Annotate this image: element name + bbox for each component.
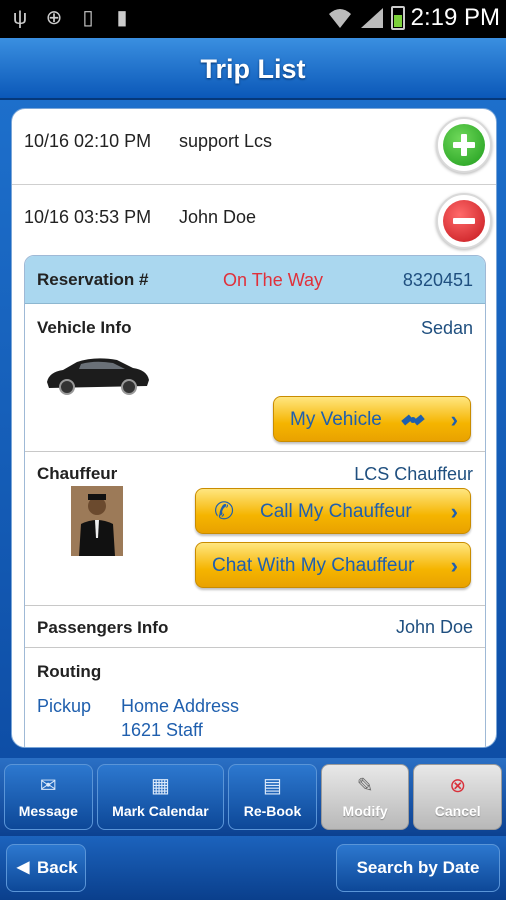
chauffeur-photo — [71, 486, 123, 556]
passengers-section: Passengers Info John Doe — [25, 606, 485, 648]
call-chauffeur-button[interactable]: ✆ Call My Chauffeur › — [195, 488, 471, 534]
my-vehicle-button[interactable]: My Vehicle › — [273, 396, 471, 442]
envelope-icon: ✉ — [39, 775, 57, 797]
status-time: 2:19 PM — [410, 4, 500, 31]
page-title: Trip List — [200, 54, 306, 84]
mark-calendar-button[interactable]: ▦ Mark Calendar — [96, 764, 225, 830]
reservation-status: On The Way — [223, 270, 324, 290]
chauffeur-title: Chauffeur — [37, 464, 118, 483]
chat-chauffeur-button[interactable]: Chat With My Chauffeur › — [195, 542, 471, 588]
passengers-title: Passengers Info — [37, 618, 169, 637]
chauffeur-name: LCS Chauffeur — [354, 464, 473, 484]
remove-icon — [443, 200, 485, 242]
back-button[interactable]: ◀ Back — [6, 844, 86, 892]
phone-icon: ▮ — [116, 7, 128, 29]
footer-bar: ◀ Back Search by Date — [0, 836, 506, 900]
chauffeur-section: Chauffeur LCS Chauffeur ✆ Call My Chauff… — [25, 452, 485, 606]
passenger-name: John Doe — [395, 617, 473, 637]
battery-icon — [390, 6, 405, 30]
sd-card-icon: ▯ — [82, 7, 94, 29]
usb-icon: ψ — [12, 7, 28, 29]
pickup-address-line2: 1621 Staff — [121, 720, 203, 740]
search-by-date-button[interactable]: Search by Date — [336, 844, 500, 892]
chat-chauffeur-label: Chat With My Chauffeur — [212, 555, 415, 576]
message-button[interactable]: ✉ Message — [4, 764, 93, 830]
trip-name: John Doe — [179, 207, 257, 227]
cancel-icon: ⊗ — [449, 775, 467, 797]
add-icon — [443, 124, 485, 166]
routing-title: Routing — [37, 662, 102, 681]
modify-label: Modify — [342, 803, 388, 819]
cancel-button[interactable]: ⊗ Cancel — [413, 764, 503, 830]
calendar-icon: ▦ — [150, 775, 170, 797]
routing-section: Routing Pickup Home Address 1621 Staff — [25, 648, 485, 747]
search-by-date-label: Search by Date — [356, 858, 480, 877]
trip-datetime: 10/16 02:10 PM — [24, 131, 152, 151]
title-bar: Trip List — [0, 38, 506, 100]
chevron-right-icon: › — [450, 407, 458, 432]
reservation-number: 8320451 — [402, 270, 473, 290]
call-chauffeur-label: Call My Chauffeur — [260, 501, 412, 522]
reservation-header: Reservation # On The Way 8320451 — [25, 256, 485, 304]
vehicle-type: Sedan — [420, 318, 473, 338]
vehicle-title: Vehicle Info — [37, 318, 132, 337]
status-icons-left: ψ ⊕ ▯ ▮ — [8, 6, 134, 30]
gps-icon: ⊕ — [45, 7, 63, 29]
chevron-right-icon: › — [450, 499, 458, 524]
modify-button[interactable]: ✎ Modify — [320, 764, 410, 830]
pencil-icon: ✎ — [356, 775, 374, 797]
my-vehicle-label: My Vehicle — [290, 409, 382, 430]
trip-row[interactable]: 10/16 03:53 PM John Doe — [12, 185, 496, 261]
pickup-address-line1: Home Address — [121, 696, 240, 716]
chevron-right-icon: › — [450, 553, 458, 578]
back-label: Back — [37, 858, 78, 877]
pickup-label: Pickup — [37, 696, 92, 716]
action-toolbar: ✉ Message ▦ Mark Calendar ▤ Re-Book ✎ Mo… — [0, 758, 506, 836]
trip-row[interactable]: 10/16 02:10 PM support Lcs — [12, 109, 496, 185]
signal-icon — [360, 8, 383, 28]
collapse-trip-button[interactable] — [436, 193, 492, 249]
reservation-label: Reservation # — [37, 270, 149, 289]
vehicle-section: Vehicle Info Sedan My Vehicle › — [25, 304, 485, 452]
document-icon: ▤ — [263, 775, 282, 797]
trip-datetime: 10/16 03:53 PM — [24, 207, 152, 227]
wifi-icon — [328, 9, 351, 28]
mark-calendar-label: Mark Calendar — [112, 803, 209, 819]
trip-list-card: 10/16 02:10 PM support Lcs 10/16 03:53 P… — [11, 108, 497, 748]
add-trip-button[interactable] — [436, 117, 492, 173]
trip-name: support Lcs — [179, 131, 273, 151]
main-area: 10/16 02:10 PM support Lcs 10/16 03:53 P… — [0, 100, 506, 760]
back-arrow-icon: ◀ — [17, 859, 30, 876]
message-label: Message — [18, 803, 78, 819]
reservation-detail: Reservation # On The Way 8320451 Vehicle… — [24, 255, 486, 747]
status-icons-right: 2:19 PM — [327, 4, 500, 32]
rebook-label: Re-Book — [243, 803, 302, 819]
cancel-label: Cancel — [434, 803, 481, 819]
satellite-icon — [401, 414, 425, 426]
status-bar: ψ ⊕ ▯ ▮ 2:19 PM — [0, 0, 506, 38]
rebook-button[interactable]: ▤ Re-Book — [228, 764, 317, 830]
vehicle-image — [39, 344, 153, 402]
phone-icon: ✆ — [214, 498, 235, 525]
